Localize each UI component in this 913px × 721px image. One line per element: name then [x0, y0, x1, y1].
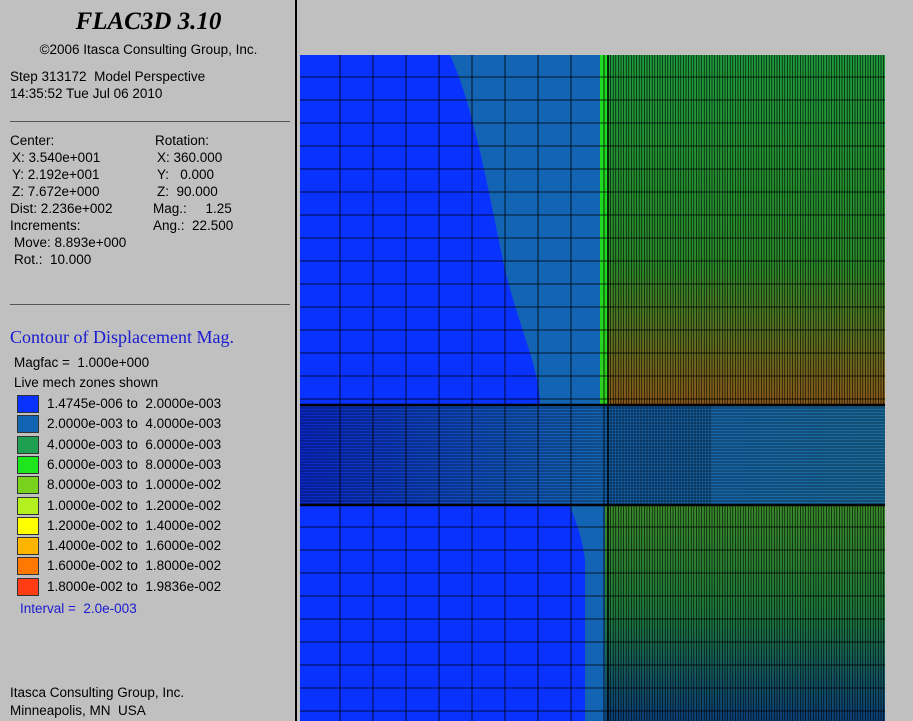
legend-swatch	[17, 415, 39, 434]
legend-swatch	[17, 557, 39, 576]
legend-swatch	[17, 395, 39, 413]
rotation-label: Rotation:	[155, 133, 210, 148]
legend-range-label: 6.0000e-003 to 8.0000e-003	[47, 456, 222, 472]
legend-swatch	[17, 537, 39, 556]
legend-swatch	[17, 577, 39, 596]
legend-range-label: 1.0000e-002 to 1.2000e-002	[47, 497, 222, 513]
zones-shown: Live mech zones shown	[14, 375, 159, 390]
step-line: Step 313172 Model Perspective	[10, 69, 206, 84]
center-z: Z: 7.672e+000	[12, 184, 100, 199]
interval-label: Interval = 2.0e-003	[20, 601, 137, 616]
ang: Ang.: 22.500	[153, 218, 234, 233]
legend-swatch	[17, 435, 39, 454]
legend-range-label: 1.2000e-002 to 1.4000e-002	[47, 517, 222, 533]
rot: Rot.: 10.000	[14, 252, 92, 267]
legend-swatch	[17, 476, 39, 495]
mag: Mag.: 1.25	[153, 201, 232, 216]
legend-panel: FLAC3D 3.10 ©2006 Itasca Consulting Grou…	[0, 0, 297, 721]
divider	[10, 121, 290, 122]
legend-range-label: 1.4000e-002 to 1.6000e-002	[47, 538, 222, 554]
legend-range-label: 2.0000e-003 to 4.0000e-003	[47, 416, 222, 432]
legend-range-label: 1.4745e-006 to 2.0000e-003	[47, 396, 222, 411]
increments-label: Increments:	[10, 218, 81, 233]
dist: Dist: 2.236e+002	[10, 201, 113, 216]
legend-swatch	[17, 516, 39, 535]
divider	[10, 304, 290, 305]
model-viewport[interactable]	[300, 0, 913, 721]
magfac: Magfac = 1.000e+000	[14, 355, 150, 370]
legend-swatch	[17, 496, 39, 515]
app-title: FLAC3D 3.10	[75, 8, 222, 35]
footer-company: Itasca Consulting Group, Inc.	[10, 685, 185, 700]
rot-x: X: 360.000	[157, 150, 223, 165]
move: Move: 8.893e+000	[14, 235, 127, 250]
legend-range-label: 1.8000e-002 to 1.9836e-002	[47, 578, 222, 594]
center-label: Center:	[10, 133, 55, 148]
legend-range-label: 8.0000e-003 to 1.0000e-002	[47, 477, 222, 493]
timestamp: 14:35:52 Tue Jul 06 2010	[10, 86, 163, 101]
footer-location: Minneapolis, MN USA	[10, 703, 146, 718]
legend-range-label: 1.6000e-002 to 1.8000e-002	[47, 558, 222, 574]
rot-z: Z: 90.000	[157, 184, 218, 199]
contour-title: Contour of Displacement Mag.	[10, 327, 234, 347]
center-y: Y: 2.192e+001	[12, 167, 100, 182]
rot-y: Y: 0.000	[157, 167, 215, 182]
center-x: X: 3.540e+001	[12, 150, 101, 165]
legend-swatch	[17, 455, 39, 474]
copyright: ©2006 Itasca Consulting Group, Inc.	[39, 42, 258, 57]
legend-range-label: 4.0000e-003 to 6.0000e-003	[47, 436, 222, 452]
contour-plot	[300, 55, 885, 721]
